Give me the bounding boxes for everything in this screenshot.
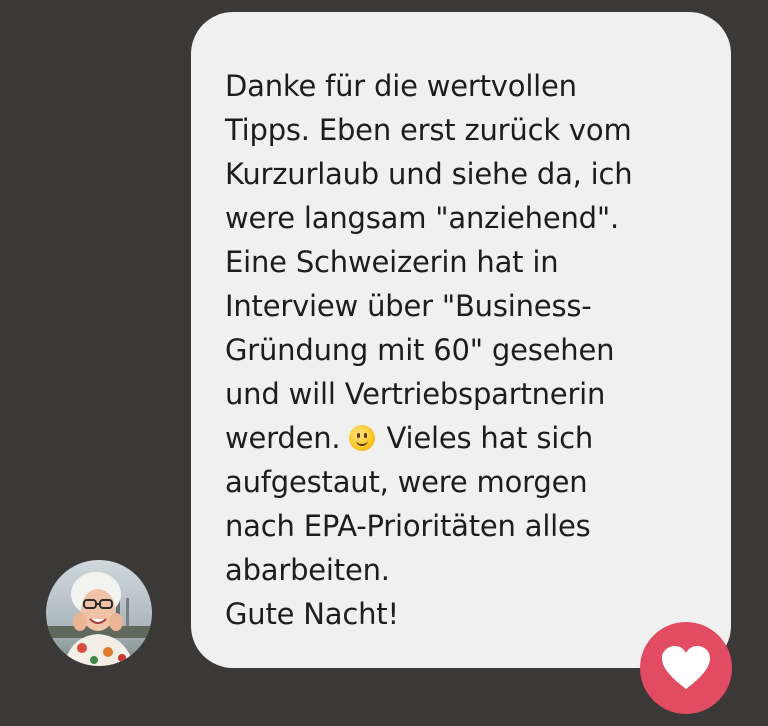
message-line: Eine Schweizerin hat in xyxy=(225,245,559,279)
message-line: were langsam "anziehend". xyxy=(225,201,620,235)
user-avatar-photo xyxy=(46,560,152,666)
message-line: Kurzurlaub und siehe da, ich xyxy=(225,157,633,191)
heart-icon xyxy=(662,646,710,689)
slightly-smiling-face-icon xyxy=(349,425,376,451)
message-line: Interview über "Business- xyxy=(225,289,592,323)
message-bubble: Danke für die wertvollen Tipps. Eben ers… xyxy=(191,12,731,668)
message-line: abarbeiten. xyxy=(225,553,390,587)
message-line: aufgestaut, were morgen xyxy=(225,465,588,499)
message-line: und will Vertriebspartnerin xyxy=(225,377,606,411)
message-line: Danke für die wertvollen xyxy=(225,69,577,103)
message-line: Gute Nacht! xyxy=(225,597,399,631)
message-line: nach EPA-Prioritäten alles xyxy=(225,509,591,543)
message-fragment: Vieles hat sich xyxy=(386,421,594,455)
message-line: Tipps. Eben erst zurück vom xyxy=(225,113,632,147)
message-fragment: werden. xyxy=(225,421,341,455)
message-line: Gründung mit 60" gesehen xyxy=(225,333,615,367)
message-line-with-emoji: werden. Vieles hat sich xyxy=(225,416,701,460)
avatar[interactable] xyxy=(46,560,152,666)
heart-reaction-button[interactable] xyxy=(640,622,732,714)
